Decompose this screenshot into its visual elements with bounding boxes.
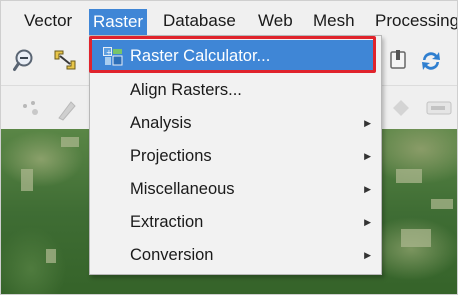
menu-item-label: Extraction [130, 213, 204, 231]
menu-item-label: Analysis [130, 114, 192, 132]
menu-item-miscellaneous[interactable]: Miscellaneous ▶ [90, 173, 381, 205]
map-patch [401, 229, 431, 247]
svg-text:+: + [106, 49, 112, 57]
pin-icon[interactable] [387, 49, 409, 73]
refresh-icon[interactable] [417, 47, 445, 75]
menu-vector[interactable]: Vector [22, 8, 74, 33]
menu-item-label: Conversion [130, 246, 214, 264]
label-icon[interactable] [426, 100, 452, 116]
menu-item-projections[interactable]: Projections ▶ [90, 140, 381, 172]
map-patch [46, 249, 56, 263]
raster-calculator-icon: + [103, 47, 123, 66]
menu-item-conversion[interactable]: Conversion ▶ [90, 239, 381, 271]
menu-raster[interactable]: Raster [89, 9, 148, 35]
menu-mesh[interactable]: Mesh [311, 8, 357, 33]
menu-item-raster-calculator[interactable]: + Raster Calculator... [91, 40, 375, 72]
menu-processing[interactable]: Processing [373, 8, 457, 33]
submenu-arrow-icon: ▶ [364, 184, 371, 194]
menu-database[interactable]: Database [161, 8, 238, 33]
menu-web[interactable]: Web [256, 8, 295, 33]
qgis-window: Vector Raster Database Web Mesh Processi… [0, 0, 458, 295]
map-patch [396, 169, 422, 183]
menu-item-align-rasters[interactable]: Align Rasters... [90, 74, 381, 106]
menu-item-label: Projections [130, 147, 212, 165]
submenu-arrow-icon: ▶ [364, 118, 371, 128]
menu-item-label: Raster Calculator... [130, 47, 271, 65]
submenu-arrow-icon: ▶ [364, 151, 371, 161]
map-patch [431, 199, 453, 209]
pan-map-icon[interactable] [51, 47, 79, 73]
diamond-icon[interactable] [391, 98, 411, 118]
menu-item-extraction[interactable]: Extraction ▶ [90, 206, 381, 238]
raster-menu: + Raster Calculator... Align Rasters... … [89, 35, 382, 275]
edit-geometry-icon[interactable] [55, 98, 79, 122]
add-point-icon[interactable] [19, 98, 43, 122]
menubar: Vector Raster Database Web Mesh Processi… [1, 1, 457, 35]
map-patch [21, 169, 33, 191]
submenu-arrow-icon: ▶ [364, 217, 371, 227]
submenu-arrow-icon: ▶ [364, 250, 371, 260]
menu-item-analysis[interactable]: Analysis ▶ [90, 107, 381, 139]
zoom-out-icon[interactable] [13, 48, 37, 72]
menu-item-label: Align Rasters... [130, 81, 242, 99]
map-patch [61, 137, 79, 147]
menu-item-label: Miscellaneous [130, 180, 235, 198]
